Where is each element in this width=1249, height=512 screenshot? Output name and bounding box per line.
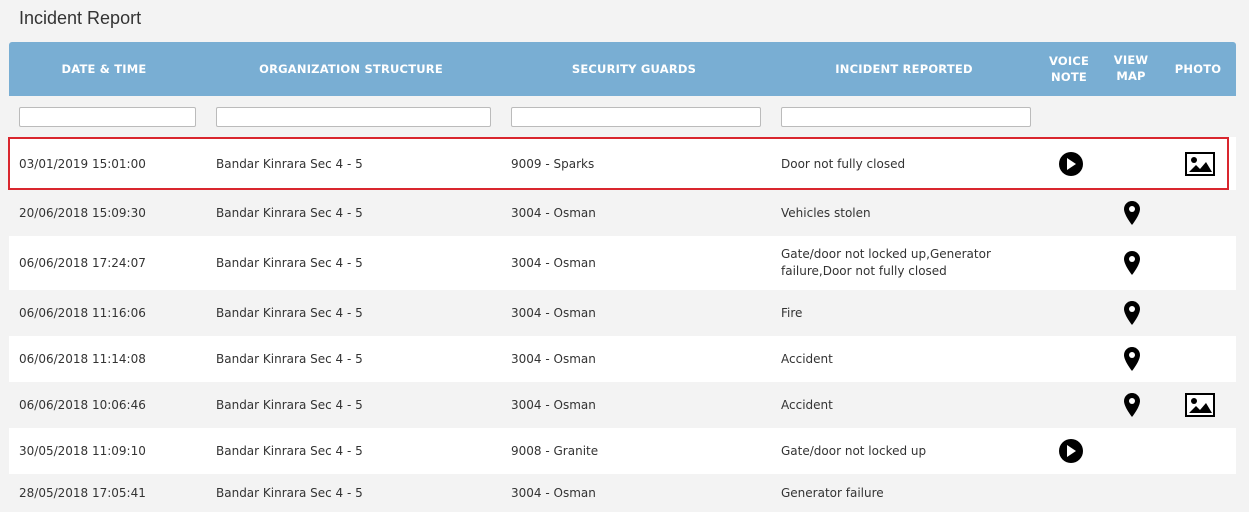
header-map-line2: MAP bbox=[1116, 69, 1146, 83]
cell-datetime: 30/05/2018 11:09:10 bbox=[19, 444, 146, 458]
cell-voice-note bbox=[1059, 428, 1083, 474]
cell-incident: Vehicles stolen bbox=[781, 206, 871, 220]
play-icon[interactable] bbox=[1059, 151, 1083, 176]
cell-datetime: 03/01/2019 15:01:00 bbox=[19, 156, 146, 171]
header-guards[interactable]: SECURITY GUARDS bbox=[509, 42, 759, 96]
map-pin-icon[interactable] bbox=[1124, 301, 1140, 325]
cell-incident: Accident bbox=[781, 352, 833, 366]
cell-org: Bandar Kinrara Sec 4 - 5 bbox=[216, 256, 363, 270]
cell-org: Bandar Kinrara Sec 4 - 5 bbox=[216, 444, 363, 458]
cell-datetime: 06/06/2018 11:14:08 bbox=[19, 352, 146, 366]
table-row[interactable]: 28/05/2018 17:05:41 Bandar Kinrara Sec 4 … bbox=[9, 474, 1236, 512]
cell-org: Bandar Kinrara Sec 4 - 5 bbox=[216, 398, 363, 412]
cell-incident: Fire bbox=[781, 306, 803, 320]
filter-row bbox=[9, 96, 1236, 137]
header-org[interactable]: ORGANIZATION STRUCTURE bbox=[211, 42, 491, 96]
cell-guard: 3004 - Osman bbox=[511, 486, 596, 500]
cell-view-map bbox=[1124, 236, 1142, 290]
cell-org: Bandar Kinrara Sec 4 - 5 bbox=[216, 352, 363, 366]
table-row[interactable]: 06/06/2018 11:16:06 Bandar Kinrara Sec 4 … bbox=[9, 290, 1236, 336]
map-pin-icon[interactable] bbox=[1124, 347, 1140, 371]
cell-view-map bbox=[1124, 382, 1142, 428]
filter-datetime-input[interactable] bbox=[19, 107, 196, 127]
table-row[interactable]: 03/01/2019 15:01:00 Bandar Kinrara Sec 4 … bbox=[8, 137, 1236, 190]
cell-incident: Accident bbox=[781, 398, 833, 412]
table-row[interactable]: 06/06/2018 10:06:46 Bandar Kinrara Sec 4 … bbox=[9, 382, 1236, 428]
table-header: DATE & TIME ORGANIZATION STRUCTURE SECUR… bbox=[9, 42, 1236, 96]
header-view-map: VIEW MAP bbox=[1101, 42, 1161, 96]
cell-datetime: 06/06/2018 17:24:07 bbox=[19, 256, 146, 270]
incident-table: DATE & TIME ORGANIZATION STRUCTURE SECUR… bbox=[8, 42, 1236, 512]
cell-incident: Generator failure bbox=[781, 486, 884, 500]
cell-guard: 3004 - Osman bbox=[511, 306, 596, 320]
cell-org: Bandar Kinrara Sec 4 - 5 bbox=[216, 306, 363, 320]
cell-view-map bbox=[1124, 290, 1142, 336]
filter-org-input[interactable] bbox=[216, 107, 491, 127]
cell-datetime: 06/06/2018 11:16:06 bbox=[19, 306, 146, 320]
cell-guard: 9008 - Granite bbox=[511, 444, 599, 458]
cell-incident: Gate/door not locked up,Generator failure… bbox=[781, 236, 1031, 290]
cell-photo bbox=[1185, 382, 1215, 428]
cell-photo bbox=[1185, 137, 1215, 190]
cell-datetime: 28/05/2018 17:05:41 bbox=[19, 486, 146, 500]
header-map-line1: VIEW bbox=[1113, 53, 1149, 67]
table-row[interactable]: 20/06/2018 15:09:30 Bandar Kinrara Sec 4 … bbox=[9, 190, 1236, 236]
cell-guard: 3004 - Osman bbox=[511, 398, 596, 412]
play-icon[interactable] bbox=[1059, 439, 1083, 463]
header-incident[interactable]: INCIDENT REPORTED bbox=[779, 42, 1029, 96]
cell-datetime: 06/06/2018 10:06:46 bbox=[19, 398, 146, 412]
cell-guard: 3004 - Osman bbox=[511, 206, 596, 220]
cell-org: Bandar Kinrara Sec 4 - 5 bbox=[216, 486, 363, 500]
table-row[interactable]: 06/06/2018 17:24:07 Bandar Kinrara Sec 4 … bbox=[9, 236, 1236, 290]
header-voice-note: VOICE NOTE bbox=[1039, 42, 1099, 96]
cell-voice-note bbox=[1059, 137, 1083, 190]
header-voice-line1: VOICE bbox=[1048, 54, 1090, 68]
cell-guard: 3004 - Osman bbox=[511, 256, 596, 270]
table-row[interactable]: 30/05/2018 11:09:10 Bandar Kinrara Sec 4 … bbox=[9, 428, 1236, 474]
image-icon[interactable] bbox=[1185, 151, 1215, 176]
cell-incident-line1: Gate/door not locked up,Generator bbox=[781, 247, 991, 261]
filter-guards-input[interactable] bbox=[511, 107, 761, 127]
header-photo: PHOTO bbox=[1174, 62, 1222, 76]
cell-incident: Door not fully closed bbox=[781, 156, 906, 171]
map-pin-icon[interactable] bbox=[1124, 393, 1140, 417]
cell-org: Bandar Kinrara Sec 4 - 5 bbox=[216, 206, 363, 220]
header-datetime[interactable]: DATE & TIME bbox=[9, 42, 199, 96]
header-voice-line2: NOTE bbox=[1051, 70, 1087, 84]
table-row[interactable]: 06/06/2018 11:14:08 Bandar Kinrara Sec 4 … bbox=[9, 336, 1236, 382]
cell-view-map bbox=[1124, 190, 1142, 236]
cell-incident: Gate/door not locked up bbox=[781, 444, 927, 458]
cell-datetime: 20/06/2018 15:09:30 bbox=[19, 206, 146, 220]
filter-incident-input[interactable] bbox=[781, 107, 1031, 127]
image-icon[interactable] bbox=[1185, 393, 1215, 417]
cell-incident-line2: failure,Door not fully closed bbox=[781, 264, 947, 278]
cell-guard: 3004 - Osman bbox=[511, 352, 596, 366]
cell-org: Bandar Kinrara Sec 4 - 5 bbox=[216, 156, 363, 171]
cell-view-map bbox=[1124, 336, 1142, 382]
map-pin-icon[interactable] bbox=[1124, 251, 1140, 275]
map-pin-icon[interactable] bbox=[1124, 201, 1140, 225]
cell-guard: 9009 - Sparks bbox=[511, 156, 595, 171]
page-title: Incident Report bbox=[19, 8, 142, 28]
